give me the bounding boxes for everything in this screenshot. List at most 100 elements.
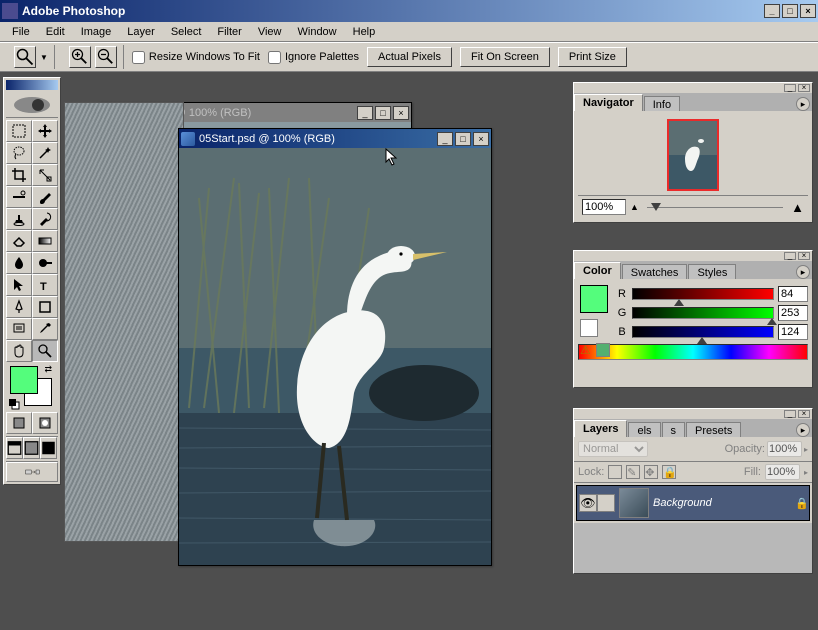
foreground-color-swatch[interactable] [10, 366, 38, 394]
hand-tool[interactable] [6, 340, 32, 362]
tab-color[interactable]: Color [574, 262, 621, 279]
quick-mask-icon[interactable] [32, 412, 58, 434]
fill-arrow-icon[interactable]: ▸ [804, 468, 808, 477]
tab-paths[interactable]: s [662, 422, 686, 437]
layer-thumbnail[interactable] [619, 488, 649, 518]
lock-position-icon[interactable]: ✥ [644, 465, 658, 479]
history-brush-tool[interactable] [32, 208, 58, 230]
panel-menu-button[interactable]: ▸ [796, 97, 810, 111]
panel-close-button[interactable]: × [798, 84, 810, 92]
screen-mode-fullmenu-icon[interactable] [23, 437, 40, 459]
layer-row-background[interactable]: 👁 Background 🔒 [576, 485, 810, 521]
maximize-button[interactable]: □ [782, 4, 798, 18]
color-value-r[interactable] [778, 286, 808, 302]
color-spectrum[interactable] [578, 344, 808, 360]
panel-menu-button[interactable]: ▸ [796, 423, 810, 437]
screen-mode-full-icon[interactable] [40, 437, 57, 459]
menu-select[interactable]: Select [163, 24, 210, 40]
menu-edit[interactable]: Edit [38, 24, 73, 40]
menu-image[interactable]: Image [73, 24, 120, 40]
fit-on-screen-button[interactable]: Fit On Screen [460, 47, 550, 67]
gradient-tool[interactable] [32, 230, 58, 252]
current-tool-icon[interactable] [14, 46, 36, 68]
eraser-tool[interactable] [6, 230, 32, 252]
move-tool[interactable] [32, 120, 58, 142]
jump-to-imageready-icon[interactable] [6, 462, 58, 482]
ignore-palettes-checkbox[interactable]: Ignore Palettes [268, 51, 359, 64]
menu-window[interactable]: Window [290, 24, 345, 40]
gamut-warning-icon[interactable]: ⚠ [580, 343, 591, 357]
color-foreground-preview[interactable] [580, 285, 608, 313]
lock-pixels-icon[interactable]: ✎ [626, 465, 640, 479]
tab-layers[interactable]: Layers [574, 420, 627, 437]
toolbox-header[interactable] [6, 80, 58, 90]
shape-tool[interactable] [32, 296, 58, 318]
panel-menu-button[interactable]: ▸ [796, 265, 810, 279]
color-value-b[interactable] [778, 324, 808, 340]
path-selection-tool[interactable] [6, 274, 32, 296]
color-background-preview[interactable] [580, 319, 598, 337]
brush-tool[interactable] [32, 186, 58, 208]
lock-all-icon[interactable]: 🔒 [662, 465, 676, 479]
navigator-thumbnail[interactable] [667, 119, 719, 191]
zoom-in-large-icon[interactable]: ▲ [791, 200, 804, 215]
tab-presets[interactable]: Presets [686, 422, 741, 437]
fill-input[interactable] [765, 464, 800, 480]
menu-file[interactable]: File [4, 24, 38, 40]
standard-mode-icon[interactable] [6, 412, 32, 434]
healing-brush-tool[interactable] [6, 186, 32, 208]
pen-tool[interactable] [6, 296, 32, 318]
zoom-slider[interactable] [643, 201, 787, 213]
doc-minimize-button[interactable]: _ [357, 106, 373, 120]
type-tool[interactable]: T [32, 274, 58, 296]
screen-mode-standard-icon[interactable] [6, 437, 23, 459]
document-window-front[interactable]: 05Start.psd @ 100% (RGB) _ □ × [178, 128, 492, 566]
marquee-tool[interactable] [6, 120, 32, 142]
close-button[interactable]: × [800, 4, 816, 18]
menu-help[interactable]: Help [345, 24, 384, 40]
zoom-out-small-icon[interactable]: ▲ [630, 202, 639, 212]
lasso-tool[interactable] [6, 142, 32, 164]
tab-swatches[interactable]: Swatches [622, 264, 688, 279]
minimize-button[interactable]: _ [764, 4, 780, 18]
zoom-out-icon[interactable] [95, 46, 117, 68]
tab-info[interactable]: Info [644, 96, 680, 111]
doc-minimize-button[interactable]: _ [437, 132, 453, 146]
color-value-g[interactable] [778, 305, 808, 321]
tab-channels[interactable]: els [628, 422, 660, 437]
color-slider-b[interactable] [632, 326, 774, 338]
tab-navigator[interactable]: Navigator [574, 94, 643, 111]
zoom-input[interactable] [582, 199, 626, 215]
resize-windows-checkbox[interactable]: Resize Windows To Fit [132, 51, 260, 64]
menu-view[interactable]: View [250, 24, 290, 40]
actual-pixels-button[interactable]: Actual Pixels [367, 47, 452, 67]
eyedropper-tool[interactable] [32, 318, 58, 340]
panel-close-button[interactable]: × [798, 252, 810, 260]
doc-close-button[interactable]: × [393, 106, 409, 120]
panel-close-button[interactable]: × [798, 410, 810, 418]
print-size-button[interactable]: Print Size [558, 47, 627, 67]
tool-dropdown-icon[interactable]: ▼ [40, 53, 48, 62]
doc-maximize-button[interactable]: □ [375, 106, 391, 120]
clone-stamp-tool[interactable] [6, 208, 32, 230]
panel-minimize-button[interactable]: _ [784, 410, 796, 418]
menu-filter[interactable]: Filter [209, 24, 249, 40]
layer-name[interactable]: Background [653, 497, 795, 509]
notes-tool[interactable] [6, 318, 32, 340]
opacity-input[interactable] [767, 441, 802, 457]
lock-transparency-icon[interactable] [608, 465, 622, 479]
zoom-tool[interactable] [32, 340, 58, 362]
canvas[interactable] [179, 148, 491, 565]
gamut-nearest-swatch[interactable] [596, 343, 610, 357]
crop-tool[interactable] [6, 164, 32, 186]
doc-maximize-button[interactable]: □ [455, 132, 471, 146]
color-slider-g[interactable] [632, 307, 774, 319]
color-slider-r[interactable] [632, 288, 774, 300]
layer-visibility-icon[interactable]: 👁 [579, 494, 597, 512]
tab-styles[interactable]: Styles [688, 264, 736, 279]
doc-close-button[interactable]: × [473, 132, 489, 146]
zoom-in-icon[interactable] [69, 46, 91, 68]
layer-link-icon[interactable] [597, 494, 615, 512]
blur-tool[interactable] [6, 252, 32, 274]
panel-minimize-button[interactable]: _ [784, 252, 796, 260]
